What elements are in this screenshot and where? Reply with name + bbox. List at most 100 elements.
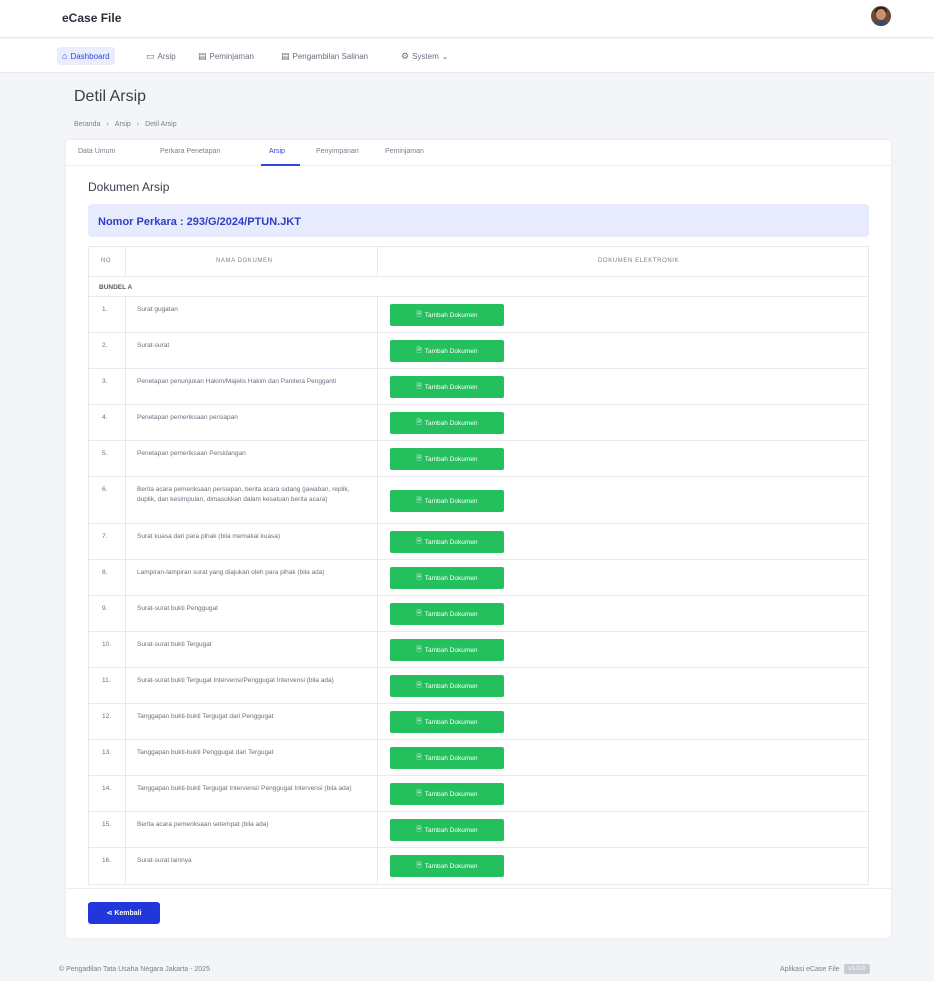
document-name: Surat-surat lainnya [137,857,192,864]
document-icon: ▤ [281,50,290,61]
add-document-button[interactable]: 🗎 Tambah Dokumen [390,711,504,733]
breadcrumb-arsip[interactable]: Arsip [115,121,131,128]
document-add-icon: 🗎 [416,609,422,617]
detail-card: Data Umum Perkara Penetapan Arsip Penyim… [66,140,891,938]
back-button[interactable]: ⊲ Kembali [88,902,160,924]
add-document-label: Tambah Dokumen [424,862,478,870]
add-document-button[interactable]: 🗎 Tambah Dokumen [390,747,504,769]
footer-app-info: Aplikasi eCase File v1.0.0 [780,964,870,974]
document-name: Lampiran-lampiran surat yang diajukan ol… [137,569,325,576]
table-row: 14. Tanggapan bukti-bukti Tergugat Interv… [89,776,868,812]
row-number: 14. [102,785,112,792]
row-number: 11. [102,677,111,684]
row-number: 16. [102,857,112,864]
add-document-label: Tambah Dokumen [424,538,478,546]
nav-dashboard-label: Dashboard [70,51,110,61]
nav-arsip[interactable]: ▭ Arsip [141,47,181,65]
nav-system[interactable]: ⚙ System ⌄ [396,47,453,65]
document-add-icon: 🗎 [416,310,422,318]
document-add-icon: 🗎 [416,496,422,504]
arrow-left-icon: ⊲ [106,910,113,917]
add-document-label: Tambah Dokumen [424,790,478,798]
add-document-button[interactable]: 🗎 Tambah Dokumen [390,531,504,553]
document-icon: ▤ [198,50,207,61]
document-name: Surat-surat bukti Tergugat [137,641,212,648]
tab-perkara-penetapan[interactable]: Perkara Penetapan [160,148,220,155]
version-badge: v1.0.0 [843,964,870,974]
add-document-label: Tambah Dokumen [424,455,478,463]
document-add-icon: 🗎 [416,717,422,725]
chevron-down-icon: ⌄ [441,51,449,61]
table-header: NO NAMA DOKUMEN DOKUMEN ELEKTRONIK [89,247,868,277]
back-button-label: Kembali [114,909,142,917]
document-name: Surat kuasa dari para pihak (bila memaka… [137,533,281,540]
table-row: 9. Surat-surat bukti Penggugat 🗎 Tambah Dok… [89,596,868,632]
tab-peminjaman[interactable]: Peminjaman [385,148,424,155]
add-document-label: Tambah Dokumen [424,497,478,505]
add-document-button[interactable]: 🗎 Tambah Dokumen [390,603,504,625]
add-document-button[interactable]: 🗎 Tambah Dokumen [390,412,504,434]
app-title[interactable]: eCase File [62,11,121,25]
nav-dashboard[interactable]: ⌂ Dashboard [57,47,115,65]
document-add-icon: 🗎 [416,573,422,581]
table-row: 8. Lampiran-lampiran surat yang diajukan … [89,560,868,596]
tab-arsip[interactable]: Arsip [269,148,285,155]
add-document-button[interactable]: 🗎 Tambah Dokumen [390,340,504,362]
add-document-button[interactable]: 🗎 Tambah Dokumen [390,639,504,661]
row-number: 6. [102,486,108,493]
add-document-label: Tambah Dokumen [424,718,478,726]
case-number-banner: Nomor Perkara : 293/G/2024/PTUN.JKT [88,204,869,237]
add-document-button[interactable]: 🗎 Tambah Dokumen [390,304,504,326]
add-document-label: Tambah Dokumen [424,646,478,654]
add-document-button[interactable]: 🗎 Tambah Dokumen [390,783,504,805]
add-document-label: Tambah Dokumen [424,610,478,618]
table-row: 12. Tanggapan bukti-bukti Tergugat dari P… [89,704,868,740]
active-tab-indicator [261,164,300,166]
archive-icon: ▭ [146,50,155,61]
add-document-button[interactable]: 🗎 Tambah Dokumen [390,675,504,697]
add-document-button[interactable]: 🗎 Tambah Dokumen [390,855,504,877]
add-document-label: Tambah Dokumen [424,574,478,582]
document-name: Penetapan penunjukan Hakim/Majelis Hakim… [137,378,337,385]
nav-peminjaman[interactable]: ▤ Peminjaman [193,47,259,65]
home-icon: ⌂ [62,50,68,61]
document-add-icon: 🗎 [416,382,422,390]
row-number: 2. [102,342,108,349]
footer-copyright: © Pengadilan Tata Usaha Negara Jakarta -… [59,966,210,973]
breadcrumb: Beranda › Arsip › Detil Arsip [74,121,177,128]
row-number: 13. [102,749,112,756]
avatar[interactable] [871,6,891,26]
breadcrumb-separator: › [136,121,140,128]
nav-system-label: System [412,51,439,61]
add-document-label: Tambah Dokumen [424,826,478,834]
add-document-button[interactable]: 🗎 Tambah Dokumen [390,448,504,470]
document-add-icon: 🗎 [416,825,422,833]
tab-penyimpanan[interactable]: Penyimpanan [316,148,359,155]
row-number: 9. [102,605,108,612]
add-document-label: Tambah Dokumen [424,754,478,762]
add-document-button[interactable]: 🗎 Tambah Dokumen [390,567,504,589]
document-name: Berita acara pemeriksaan setempat (bila … [137,821,269,828]
document-name: Surat-surat [137,342,170,349]
document-name: Tanggapan bukti-bukti Tergugat Intervens… [137,785,352,792]
nav-pengambilan-salinan[interactable]: ▤ Pengambilan Salinan [276,47,373,65]
breadcrumb-separator: › [106,121,109,128]
case-number: Nomor Perkara : 293/G/2024/PTUN.JKT [98,216,301,228]
header-file: DOKUMEN ELEKTRONIK [598,258,680,264]
main-nav: ⌂ Dashboard ▭ Arsip ▤ Peminjaman ▤ Penga… [0,39,934,73]
add-document-button[interactable]: 🗎 Tambah Dokumen [390,376,504,398]
table-row: 16. Surat-surat lainnya 🗎 Tambah Dokumen [89,848,868,884]
table-row: 11. Surat-surat bukti Tergugat Intervensi… [89,668,868,704]
table-row: 10. Surat-surat bukti Tergugat 🗎 Tambah Dok… [89,632,868,668]
add-document-button[interactable]: 🗎 Tambah Dokumen [390,490,504,512]
tab-data-umum[interactable]: Data Umum [78,148,115,155]
document-add-icon: 🗎 [416,789,422,797]
document-add-icon: 🗎 [416,454,422,462]
nav-pengambilan-salinan-label: Pengambilan Salinan [292,51,369,61]
row-number: 8. [102,569,108,576]
breadcrumb-beranda[interactable]: Beranda [74,121,100,128]
nav-arsip-label: Arsip [157,51,176,61]
add-document-button[interactable]: 🗎 Tambah Dokumen [390,819,504,841]
document-add-icon: 🗎 [416,645,422,653]
add-document-label: Tambah Dokumen [424,383,478,391]
